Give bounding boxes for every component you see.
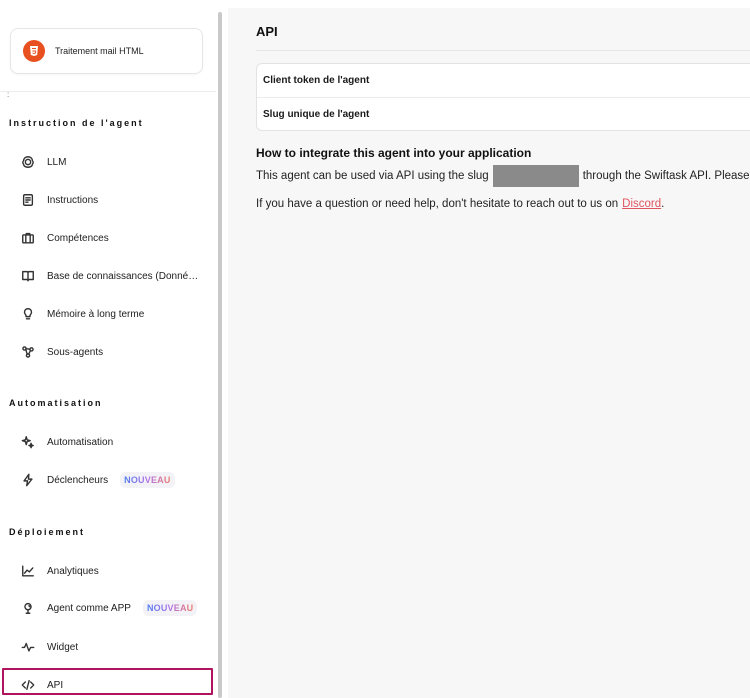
agent-slug-row[interactable]: Slug unique de l'agent [257, 97, 750, 130]
integration-text: This agent can be used via API using the… [256, 170, 489, 182]
integration-heading: How to integrate this agent into your ap… [256, 146, 532, 160]
integration-text-line1: This agent can be used via API using the… [256, 165, 750, 187]
sidebar-scrollbar[interactable] [218, 12, 222, 698]
sidebar-item-label: Compétences [47, 232, 109, 244]
sidebar-item-label: Base de connaissances (Donné… [47, 270, 199, 282]
sidebar-item-label: LLM [47, 156, 67, 168]
sparkle-icon [20, 434, 36, 450]
sidebar-item-long-term-memory[interactable]: Mémoire à long terme [20, 303, 210, 325]
sidebar-item-instructions[interactable]: Instructions [20, 189, 210, 211]
sidebar-divider [0, 91, 216, 92]
page-title: API [256, 24, 278, 39]
title-divider [256, 50, 750, 51]
sidebar-item-label: Sous-agents [47, 346, 104, 358]
sidebar-item-analytics[interactable]: Analytiques [20, 560, 210, 582]
sidebar: Traitement mail HTML : Instruction de l'… [0, 0, 216, 698]
lightbulb-icon [20, 306, 36, 322]
sidebar-item-label: Widget [47, 641, 79, 653]
agent-icon [20, 600, 36, 616]
lightning-icon [20, 472, 36, 488]
sidebar-item-label: Mémoire à long terme [47, 308, 145, 320]
section-title-deploiement: Déploiement [9, 527, 86, 537]
integration-text: through the Swiftask API. Please g [582, 170, 750, 182]
sidebar-item-label: Déclencheurs [47, 474, 109, 486]
chart-icon [20, 563, 36, 579]
active-item-highlight [2, 668, 213, 695]
agent-card[interactable]: Traitement mail HTML [10, 28, 203, 74]
new-badge: NOUVEAU [120, 472, 175, 488]
help-text: If you have a question or need help, don… [256, 198, 619, 210]
document-icon [20, 192, 36, 208]
brain-icon [20, 154, 36, 170]
sidebar-item-automatisation[interactable]: Automatisation [20, 431, 210, 453]
html5-icon [23, 40, 45, 62]
section-title-instruction: Instruction de l'agent [9, 118, 144, 128]
new-badge: NOUVEAU [142, 600, 198, 616]
sidebar-item-widget[interactable]: Widget [20, 636, 210, 658]
network-icon [20, 344, 36, 360]
sidebar-item-label: Agent comme APP [47, 602, 131, 614]
help-text-end: . [661, 198, 665, 210]
client-token-row[interactable]: Client token de l'agent [257, 64, 750, 97]
sidebar-item-knowledge-base[interactable]: Base de connaissances (Donné… [20, 265, 210, 287]
sidebar-item-label: Analytiques [47, 565, 99, 577]
sidebar-item-triggers[interactable]: Déclencheurs NOUVEAU [20, 469, 210, 491]
pulse-icon [20, 639, 36, 655]
help-text-line: If you have a question or need help, don… [256, 198, 664, 210]
sidebar-item-llm[interactable]: LLM [20, 151, 210, 173]
briefcase-icon [20, 230, 36, 246]
sidebar-item-agent-as-app[interactable]: Agent comme APP NOUVEAU [20, 597, 210, 619]
main-content: API Client token de l'agent Slug unique … [228, 8, 750, 698]
agent-slug-label: Slug unique de l'agent [263, 108, 370, 120]
redacted-slug [492, 165, 579, 187]
discord-link[interactable]: Discord [622, 198, 661, 210]
sidebar-item-label: Automatisation [47, 436, 114, 448]
section-title-automatisation: Automatisation [9, 398, 103, 408]
agent-name: Traitement mail HTML [55, 46, 144, 56]
sidebar-item-label: Instructions [47, 194, 99, 206]
sidebar-item-competences[interactable]: Compétences [20, 227, 210, 249]
sidebar-item-sub-agents[interactable]: Sous-agents [20, 341, 210, 363]
api-credentials-panel: Client token de l'agent Slug unique de l… [256, 63, 750, 131]
client-token-label: Client token de l'agent [263, 75, 370, 86]
book-icon [20, 268, 36, 284]
